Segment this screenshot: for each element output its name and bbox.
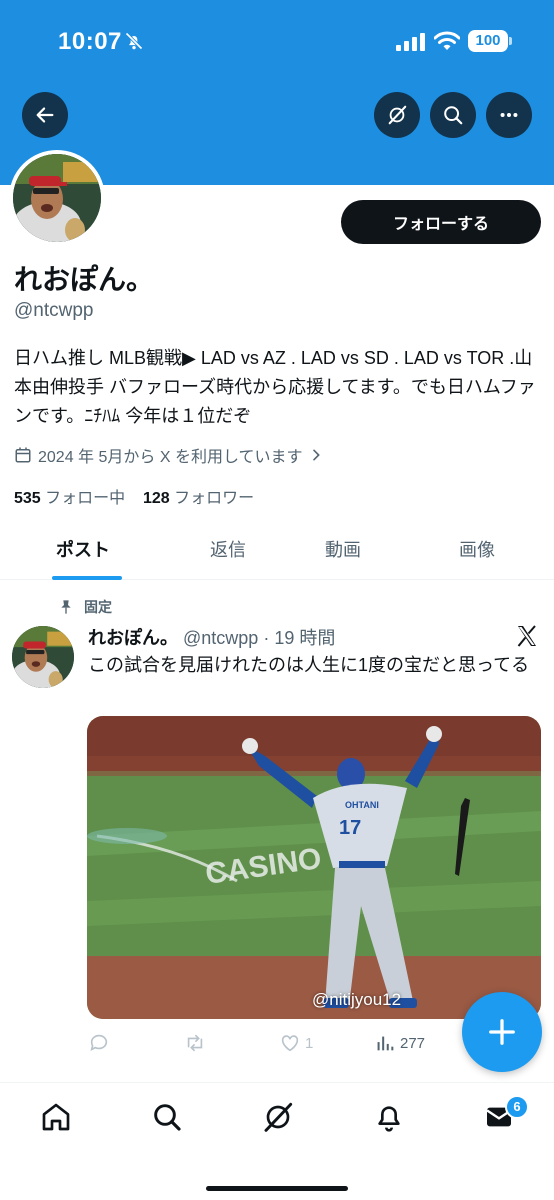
status-time: 10:07 — [58, 28, 122, 55]
tweet-media-image[interactable]: CASINO 17 OHTANI — [87, 716, 541, 1019]
views-chart-icon — [377, 1036, 394, 1051]
heart-icon — [281, 1035, 299, 1052]
media-watermark: @nitijyou12 — [312, 990, 402, 1009]
grok-button[interactable] — [374, 92, 420, 138]
back-arrow-icon — [36, 107, 54, 123]
notifications-icon[interactable] — [373, 1101, 405, 1133]
tweet-text: この試合を見届けれたのは人生に1度の宝だと思ってる — [88, 655, 530, 675]
plus-icon — [489, 1019, 515, 1045]
tab-images[interactable]: 画像 — [459, 536, 495, 562]
profile-avatar[interactable] — [9, 150, 105, 246]
follow-button[interactable]: フォローする — [341, 200, 541, 244]
messages-badge: 6 — [505, 1095, 529, 1119]
wifi-icon — [434, 31, 460, 50]
tweet-author-name[interactable]: れおぽん。 — [88, 628, 178, 648]
like-button[interactable]: 1 — [279, 1032, 313, 1054]
bottom-navigation: 6 — [0, 1082, 554, 1200]
tab-posts[interactable]: ポスト — [56, 536, 110, 562]
tweet-meta: @ntcwpp · 19 時間 — [183, 628, 336, 648]
more-button[interactable] — [486, 92, 532, 138]
user-handle: @ntcwpp — [14, 300, 94, 321]
followers-label: フォロワー — [174, 490, 255, 507]
profile-tabs: ポスト 返信 動画 画像 — [0, 522, 554, 580]
followers-count: 128 — [142, 490, 170, 507]
display-name: れおぽん。 — [14, 264, 155, 295]
home-indicator — [206, 1186, 348, 1191]
chevron-right-icon — [313, 449, 321, 461]
compose-post-button[interactable] — [462, 992, 542, 1072]
tweet-avatar[interactable] — [12, 626, 74, 688]
search-icon — [444, 106, 463, 125]
x-logo-icon — [517, 625, 536, 647]
tweet-header: れおぽん。 @ntcwpp · 19 時間 — [88, 624, 335, 650]
repost-button[interactable] — [184, 1032, 206, 1054]
status-bar: 10:07 100 — [0, 0, 554, 84]
tab-replies[interactable]: 返信 — [210, 536, 246, 562]
like-count: 1 — [305, 1034, 314, 1052]
followers-link[interactable]: 128 フォロワー — [143, 490, 254, 507]
follow-stats: 535 フォロー中 128 フォロワー — [14, 484, 254, 508]
search-icon[interactable] — [151, 1101, 183, 1133]
following-link[interactable]: 535 フォロー中 — [14, 490, 125, 507]
home-icon[interactable] — [40, 1101, 72, 1133]
battery-icon: 100 — [468, 30, 512, 52]
jersey-number: 17 — [339, 817, 361, 839]
grok-icon[interactable] — [262, 1101, 294, 1133]
profile-bio: 日ハム推し MLB観戦▶ LAD vs AZ . LAD vs SD . LAD… — [14, 348, 536, 426]
search-button[interactable] — [430, 92, 476, 138]
pin-icon — [61, 600, 71, 614]
active-tab-indicator — [52, 576, 122, 580]
view-count: 277 — [400, 1034, 426, 1052]
avatar-image — [12, 626, 74, 688]
pinned-label: 固定 — [58, 597, 112, 617]
cellular-signal-icon — [396, 33, 425, 51]
reply-icon — [90, 1034, 108, 1051]
grok-icon — [388, 105, 407, 125]
pinned-text: 固定 — [84, 599, 112, 615]
reply-button[interactable] — [88, 1032, 110, 1054]
repost-icon — [187, 1034, 203, 1052]
back-button[interactable] — [22, 92, 68, 138]
avatar-image — [13, 154, 101, 242]
following-label: フォロー中 — [45, 490, 126, 507]
more-icon — [500, 112, 518, 118]
baseball-photo: CASINO 17 OHTANI — [87, 716, 541, 1019]
joined-label: 2024 年 5月から X を利用しています — [38, 449, 303, 466]
following-count: 535 — [14, 490, 41, 507]
joined-date[interactable]: 2024 年 5月から X を利用しています — [14, 443, 324, 467]
jersey-name: OHTANI — [345, 800, 379, 810]
tab-videos[interactable]: 動画 — [325, 536, 361, 562]
views-button[interactable]: 277 — [374, 1032, 425, 1054]
bell-off-icon — [125, 32, 143, 50]
calendar-icon — [15, 447, 31, 463]
